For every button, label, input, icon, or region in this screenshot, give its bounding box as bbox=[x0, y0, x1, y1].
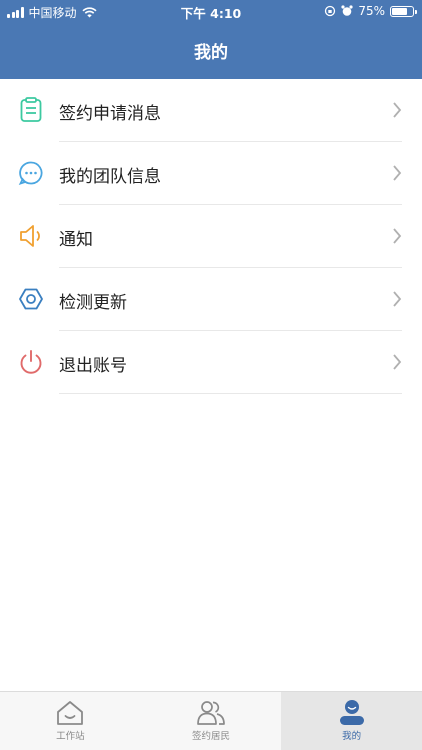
chat-bubble-icon bbox=[18, 161, 43, 185]
tab-label: 签约居民 bbox=[192, 731, 231, 742]
rotation-lock-icon bbox=[325, 5, 336, 17]
header-bar: 中国移动 下午 4:10 75% 我的 bbox=[0, 0, 422, 79]
tab-signed-residents[interactable]: 签约居民 bbox=[141, 692, 282, 750]
speaker-icon bbox=[20, 225, 40, 247]
tab-workstation[interactable]: 工作站 bbox=[0, 692, 141, 750]
page-title: 我的 bbox=[194, 43, 228, 63]
menu-item-logout[interactable]: 退出账号 bbox=[0, 331, 422, 394]
user-icon bbox=[339, 700, 364, 725]
power-icon bbox=[20, 350, 42, 374]
alarm-icon bbox=[341, 5, 353, 16]
chevron-right-icon bbox=[393, 165, 402, 181]
menu-item-notifications[interactable]: 通知 bbox=[0, 205, 422, 268]
menu-item-label: 我的团队信息 bbox=[59, 167, 161, 187]
menu-item-check-update[interactable]: 检测更新 bbox=[0, 268, 422, 331]
divider bbox=[59, 393, 402, 394]
menu-item-label: 签约申请消息 bbox=[59, 104, 161, 124]
hexagon-settings-icon bbox=[19, 288, 43, 310]
tab-label: 工作站 bbox=[56, 731, 85, 742]
tab-label: 我的 bbox=[342, 731, 362, 742]
battery-icon bbox=[390, 5, 417, 17]
status-bar: 中国移动 下午 4:10 75% bbox=[0, 0, 422, 22]
chevron-right-icon bbox=[393, 228, 402, 244]
home-icon bbox=[57, 701, 84, 725]
menu-item-label: 检测更新 bbox=[59, 293, 127, 313]
chevron-right-icon bbox=[393, 102, 402, 118]
menu-item-sign-messages[interactable]: 签约申请消息 bbox=[0, 79, 422, 142]
battery-percent: 75% bbox=[358, 4, 385, 18]
bottom-tab-bar: 工作站 签约居民 我的 bbox=[0, 691, 422, 750]
clipboard-icon bbox=[20, 97, 42, 122]
tab-mine[interactable]: 我的 bbox=[281, 692, 422, 750]
menu-item-label: 通知 bbox=[59, 230, 93, 250]
menu-list: 签约申请消息 我的团队信息 通知 检测更新 退出账号 bbox=[0, 79, 422, 394]
menu-item-team-info[interactable]: 我的团队信息 bbox=[0, 142, 422, 205]
chevron-right-icon bbox=[393, 291, 402, 307]
menu-item-label: 退出账号 bbox=[59, 356, 127, 376]
chevron-right-icon bbox=[393, 354, 402, 370]
people-icon bbox=[197, 701, 225, 725]
